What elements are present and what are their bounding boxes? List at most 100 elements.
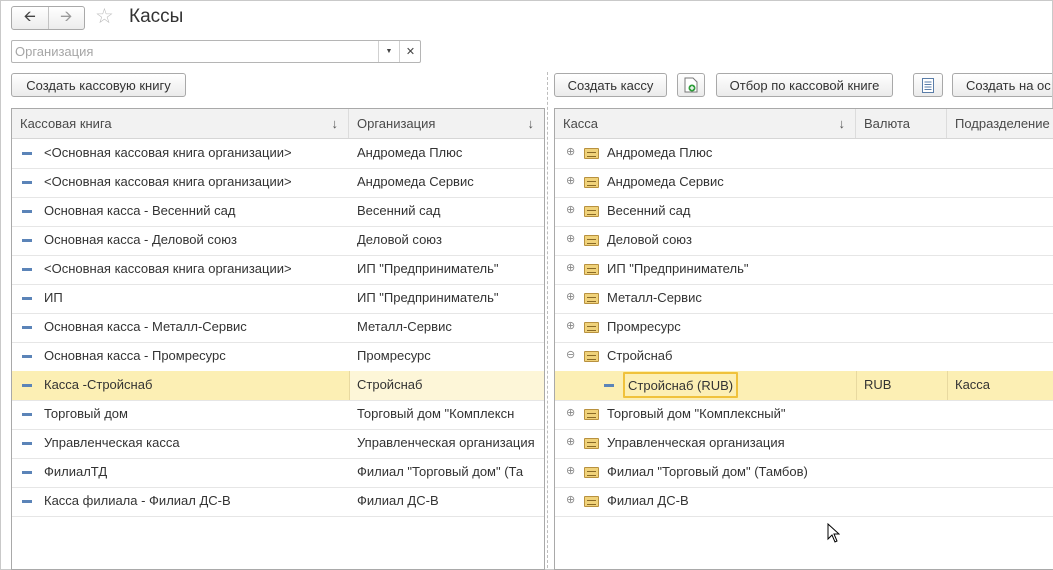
organization-cell: Весенний сад — [357, 203, 441, 218]
table-row[interactable]: <Основная кассовая книга организации> Анд… — [12, 139, 544, 169]
column-title: Организация — [357, 116, 436, 131]
tree-row[interactable]: ⊕ Филиал ДС-В — [555, 487, 1053, 517]
tree-row[interactable]: ⊕ Управленческая организация — [555, 429, 1053, 459]
tree-row[interactable]: ⊕ Металл-Сервис — [555, 284, 1053, 314]
folder-icon — [584, 148, 599, 159]
organization-cell: ИП "Предприниматель" — [357, 290, 499, 305]
sort-down-icon: ↓ — [527, 116, 535, 131]
table-row[interactable]: Касса -Стройснаб Стройснаб — [12, 371, 544, 401]
cash-book-cell: ФилиалТД — [44, 464, 108, 479]
expand-icon[interactable]: ⊕ — [566, 466, 575, 477]
organization-cell: Андромеда Плюс — [357, 145, 463, 160]
tree-row[interactable]: ⊕ Весенний сад — [555, 197, 1053, 227]
create-cash-button[interactable]: Создать кассу — [554, 73, 667, 97]
organization-cell: ИП "Предприниматель" — [357, 261, 499, 276]
table-row[interactable]: ФилиалТД Филиал "Торговый дом" (Та — [12, 458, 544, 488]
expand-icon[interactable]: ⊕ — [566, 147, 575, 158]
cash-book-cell: <Основная кассовая книга организации> — [44, 174, 292, 189]
tree-row[interactable]: ⊕ Торговый дом "Комплексный" — [555, 400, 1053, 430]
arrow-right-icon[interactable]: 🡪 — [47, 7, 85, 29]
cash-group-name: Промресурс — [607, 319, 681, 334]
tree-row[interactable]: ⊕ Филиал "Торговый дом" (Тамбов) — [555, 458, 1053, 488]
cash-book-icon — [22, 268, 32, 271]
cash-book-icon — [22, 413, 32, 416]
expand-icon[interactable]: ⊕ — [566, 321, 575, 332]
cash-group-name: Торговый дом "Комплексный" — [607, 406, 786, 421]
collapse-icon[interactable]: ⊖ — [566, 350, 575, 361]
tree-row[interactable]: ⊕ Андромеда Плюс — [555, 139, 1053, 169]
tree-row[interactable]: Стройснаб (RUB) RUB Касса — [555, 371, 1053, 401]
cash-book-cell: <Основная кассовая книга организации> — [44, 145, 292, 160]
page-title: Кассы — [129, 6, 184, 27]
cash-book-icon — [22, 471, 32, 474]
expand-icon[interactable]: ⊕ — [566, 292, 575, 303]
cash-name-cell[interactable]: Стройснаб (RUB) — [623, 372, 739, 398]
tree-row[interactable]: ⊕ Деловой союз — [555, 226, 1053, 256]
cash-book-icon — [22, 210, 32, 213]
table-row[interactable]: Основная касса - Металл-Сервис Металл-Сер… — [12, 313, 544, 343]
close-icon[interactable]: ✕ — [399, 41, 421, 62]
tree-row[interactable]: ⊕ ИП "Предприниматель" — [555, 255, 1053, 285]
cash-book-cell: <Основная кассовая книга организации> — [44, 261, 292, 276]
column-header-cash-book[interactable]: Кассовая книга ↓ — [12, 109, 349, 138]
organization-cell: Промресурс — [357, 348, 431, 363]
expand-icon[interactable]: ⊕ — [566, 205, 575, 216]
cash-book-cell: ИП — [44, 290, 63, 305]
table-row[interactable]: Касса филиала - Филиал ДС-В Филиал ДС-В — [12, 487, 544, 517]
cash-group-name: Андромеда Плюс — [607, 145, 713, 160]
cash-books-table: Кассовая книга ↓ Организация ↓ <Основная… — [11, 108, 545, 570]
create-based-on-button[interactable]: Создать на ос — [952, 73, 1052, 97]
cash-book-icon — [22, 297, 32, 300]
organization-cell: Управленческая организация — [357, 435, 535, 450]
tree-row[interactable]: ⊕ Андромеда Сервис — [555, 168, 1053, 198]
table-row[interactable]: ИП ИП "Предприниматель" — [12, 284, 544, 314]
table-row[interactable]: Торговый дом Торговый дом "Комплексн — [12, 400, 544, 430]
sort-down-icon: ↓ — [331, 116, 339, 131]
folder-icon — [584, 322, 599, 333]
cash-group-name: ИП "Предприниматель" — [607, 261, 749, 276]
table-row[interactable]: Основная касса - Промресурс Промресурс — [12, 342, 544, 372]
tree-row[interactable]: ⊕ Промресурс — [555, 313, 1053, 343]
list-button[interactable] — [913, 73, 943, 97]
expand-icon[interactable]: ⊕ — [566, 408, 575, 419]
table-row[interactable]: <Основная кассовая книга организации> Анд… — [12, 168, 544, 198]
add-document-button[interactable] — [677, 73, 705, 97]
table-row[interactable]: <Основная кассовая книга организации> ИП … — [12, 255, 544, 285]
tree-row[interactable]: ⊖ Стройснаб — [555, 342, 1053, 372]
organization-input[interactable] — [12, 41, 375, 62]
column-title: Валюта — [864, 116, 910, 131]
cell-divider — [947, 371, 948, 400]
organization-cell: Торговый дом "Комплексн — [357, 406, 515, 421]
expand-icon[interactable]: ⊕ — [566, 176, 575, 187]
add-document-icon — [684, 77, 698, 93]
currency-cell: RUB — [864, 377, 892, 392]
cell-divider — [856, 371, 857, 400]
expand-icon[interactable]: ⊕ — [566, 263, 575, 274]
panel-splitter[interactable] — [547, 72, 548, 568]
column-header-organization[interactable]: Организация ↓ — [349, 109, 544, 138]
cash-group-name: Андромеда Сервис — [607, 174, 724, 189]
create-cash-book-button[interactable]: Создать кассовую книгу — [11, 73, 186, 97]
column-title: Касса — [563, 116, 599, 131]
table-row[interactable]: Основная касса - Весенний сад Весенний са… — [12, 197, 544, 227]
cash-desks-table: Касса ↓ Валюта Подразделение ⊕ Андромеда … — [554, 108, 1053, 570]
organization-cell: Деловой союз — [357, 232, 443, 247]
expand-icon[interactable]: ⊕ — [566, 234, 575, 245]
filter-by-cash-book-button[interactable]: Отбор по кассовой книге — [716, 73, 893, 97]
column-header-currency[interactable]: Валюта — [856, 109, 947, 138]
folder-icon — [584, 438, 599, 449]
navigation-buttons: 🡨 🡪 — [11, 6, 85, 30]
arrow-left-icon[interactable]: 🡨 — [12, 7, 48, 29]
column-title: Подразделение — [955, 116, 1050, 131]
column-header-department[interactable]: Подразделение — [947, 109, 1053, 138]
table-row[interactable]: Основная касса - Деловой союз Деловой сою… — [12, 226, 544, 256]
folder-icon — [584, 264, 599, 275]
expand-icon[interactable]: ⊕ — [566, 495, 575, 506]
column-header-cash[interactable]: Касса ↓ — [555, 109, 856, 138]
organization-cell: Филиал ДС-В — [357, 493, 439, 508]
chevron-down-icon[interactable]: ▼ — [378, 41, 399, 62]
star-icon[interactable]: ☆ — [95, 5, 114, 29]
expand-icon[interactable]: ⊕ — [566, 437, 575, 448]
table-row[interactable]: Управленческая касса Управленческая орган… — [12, 429, 544, 459]
folder-icon — [584, 177, 599, 188]
